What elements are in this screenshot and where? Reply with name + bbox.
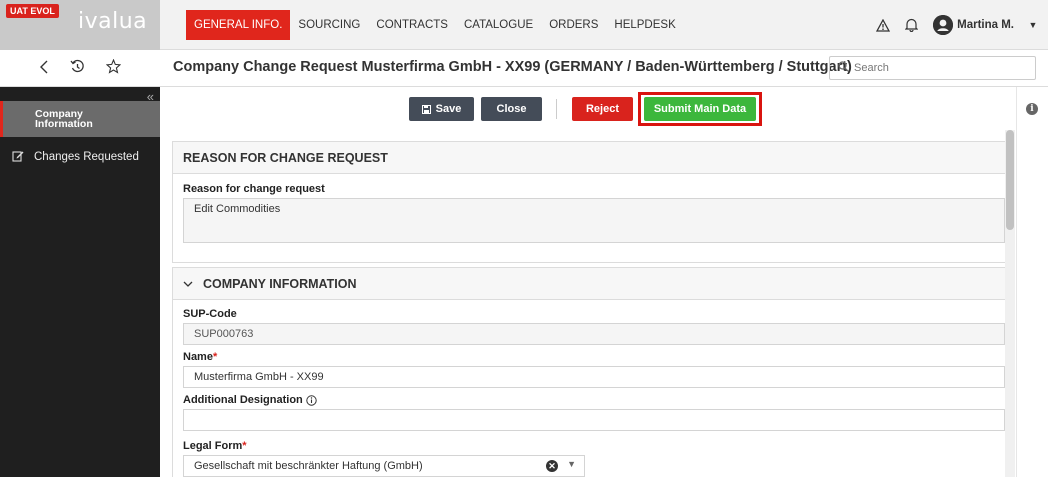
scrollbar[interactable] [1005,130,1015,477]
company-section-title: COMPANY INFORMATION [203,276,357,291]
scrollbar-thumb[interactable] [1006,130,1014,230]
warning-icon[interactable] [869,0,897,50]
required-marker: * [242,440,247,452]
bell-icon[interactable] [897,0,925,50]
sidebar-item-company-information[interactable]: Company Information [0,101,160,137]
sidebar-item-changes-requested[interactable]: Changes Requested [0,145,160,169]
legal-form-label-text: Legal Form [183,440,243,452]
reason-label: Reason for change request [183,183,325,195]
nav-orders[interactable]: ORDERS [541,10,606,40]
edit-icon [12,150,24,165]
reason-section-title: REASON FOR CHANGE REQUEST [183,150,388,165]
additional-designation-label-text: Additional Designation [183,394,303,406]
sidebar: « Company Information Changes Requested [0,87,160,477]
additional-designation-field[interactable] [183,409,1005,431]
search-icon [838,61,849,75]
ivalua-logo[interactable]: ivalua [78,9,147,34]
company-panel-header[interactable]: COMPANY INFORMATION [173,268,1005,300]
name-field[interactable]: Musterfirma GmbH - XX99 [183,366,1005,388]
highlight-box [638,92,762,126]
name-label: Name* [173,351,1005,363]
close-button[interactable]: Close [481,97,542,121]
legal-form-value: Gesellschaft mit beschränkter Haftung (G… [194,460,423,472]
page-title: Company Change Request Musterfirma GmbH … [173,59,852,75]
nav-helpdesk[interactable]: HELPDESK [606,10,683,40]
name-label-text: Name [183,351,213,363]
reason-panel-header: REASON FOR CHANGE REQUEST [173,142,1005,174]
chevron-down-icon[interactable]: ▼ [567,459,576,469]
legal-form-label: Legal Form* [173,440,1005,452]
nav-sourcing[interactable]: SOURCING [290,10,368,40]
sidebar-item-label: Company Information [35,108,93,130]
header-bar: Company Change Request Musterfirma GmbH … [0,50,1048,87]
company-information-panel: COMPANY INFORMATION SUP-Code SUP000763 N… [172,267,1006,477]
main-content: Save Close Reject Submit Main Data REASO… [160,87,1012,477]
nav-general-info[interactable]: GENERAL INFO. [186,10,291,40]
required-marker: * [212,351,218,363]
main-nav: GENERAL INFO. SOURCING CONTRACTS CATALOG… [186,10,684,40]
info-icon[interactable]: i [1026,103,1038,115]
environment-badge: UAT EVOL [6,4,59,18]
user-avatar-icon[interactable] [933,15,954,35]
save-label: Save [435,103,462,115]
toolbar-divider [556,99,557,119]
action-toolbar: Save Close Reject Submit Main Data [160,92,1012,126]
info-circle-icon[interactable] [306,394,317,406]
nav-contracts[interactable]: CONTRACTS [368,10,456,40]
user-name[interactable]: Martina M. [957,19,1014,31]
save-button[interactable]: Save [409,97,474,121]
back-icon[interactable] [39,60,49,78]
reason-panel: REASON FOR CHANGE REQUEST Reason for cha… [172,141,1006,263]
sidebar-item-label: Changes Requested [34,151,139,163]
save-icon [421,104,431,114]
star-icon[interactable] [105,58,122,78]
header-nav-icons [0,50,160,87]
legal-form-select[interactable]: Gesellschaft mit beschränkter Haftung (G… [183,455,585,477]
additional-designation-label: Additional Designation [173,394,1005,406]
history-icon[interactable] [70,59,85,78]
search-input[interactable] [854,62,1024,74]
reject-button[interactable]: Reject [572,97,633,121]
reason-textarea[interactable]: Edit Commodities [183,198,1005,243]
sup-code-label: SUP-Code [183,308,237,320]
top-right-icons: Martina M. ▼ [869,0,1040,50]
chevron-down-icon[interactable] [183,277,193,291]
right-rail: i [1016,87,1048,477]
nav-catalogue[interactable]: CATALOGUE [456,10,541,40]
search-box[interactable] [829,56,1036,80]
sup-code-field: SUP000763 [183,323,1005,345]
top-navigation-bar: UAT EVOL ivalua GENERAL INFO. SOURCING C… [0,0,1048,50]
logo-area: UAT EVOL ivalua [0,0,160,50]
clear-icon[interactable]: ✕ [546,460,558,472]
chevron-down-icon[interactable]: ▼ [1026,0,1040,50]
